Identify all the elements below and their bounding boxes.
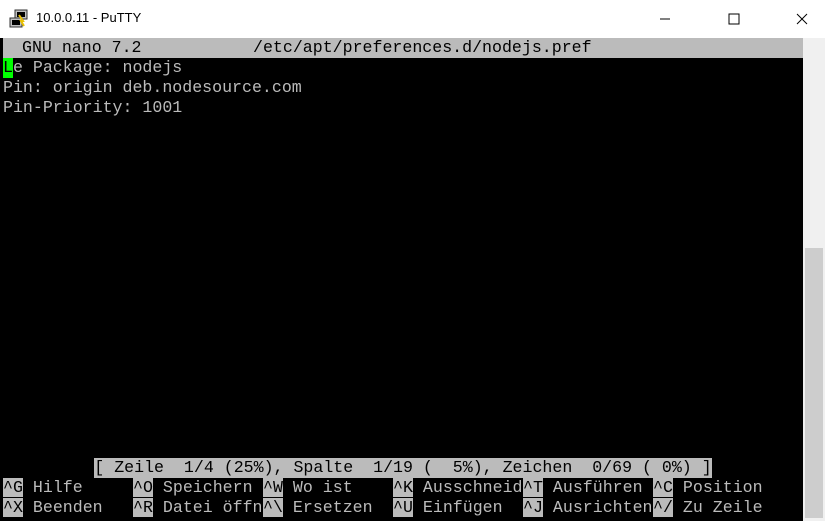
- shortcut-justify[interactable]: ^J Ausrichten: [523, 498, 653, 518]
- window-titlebar[interactable]: 10.0.0.11 - PuTTY: [0, 0, 825, 38]
- shortcut-label: Hilfe: [32, 478, 83, 497]
- shortcut-paste[interactable]: ^U Einfügen: [393, 498, 503, 518]
- shortcut-key: ^R: [133, 498, 153, 517]
- shortcut-label: Position: [682, 478, 763, 497]
- minimize-icon: [660, 18, 670, 20]
- minimize-button[interactable]: [642, 0, 688, 38]
- nano-filename: /etc/apt/preferences.d/nodejs.pref: [253, 38, 592, 57]
- nano-version: GNU nano 7.2: [22, 38, 142, 57]
- shortcut-key: ^K: [393, 478, 413, 497]
- close-button[interactable]: [779, 0, 825, 38]
- shortcut-label: Wo ist: [292, 478, 353, 497]
- shortcut-label: Ersetzen: [292, 498, 373, 517]
- shortcut-save[interactable]: ^O Speichern: [133, 478, 253, 498]
- shortcut-key: ^X: [3, 498, 23, 517]
- editor-line-1-text: e Package: nodejs: [12, 58, 183, 77]
- shortcut-label: Speichern: [162, 478, 253, 497]
- shortcut-cut[interactable]: ^K Ausschneid: [393, 478, 523, 498]
- shortcut-label: Ausrichten: [552, 498, 653, 517]
- shortcut-go-to-line[interactable]: ^/ Zu Zeile: [653, 498, 763, 518]
- shortcut-replace[interactable]: ^\ Ersetzen: [263, 498, 373, 518]
- shortcut-key: ^/: [653, 498, 673, 517]
- shortcut-label: Beenden: [32, 498, 103, 517]
- shortcut-key: ^J: [523, 498, 543, 517]
- maximize-button[interactable]: [711, 0, 757, 38]
- shortcut-key: ^W: [263, 478, 283, 497]
- terminal-screen[interactable]: GNU nano 7.2 /etc/apt/preferences.d/node…: [0, 38, 803, 521]
- shortcut-help[interactable]: ^G Hilfe: [3, 478, 83, 498]
- vertical-scrollbar[interactable]: [803, 38, 825, 521]
- close-icon: [796, 13, 808, 25]
- text-cursor: L: [3, 58, 13, 78]
- shortcut-key: ^O: [133, 478, 153, 497]
- shortcut-key: ^G: [3, 478, 23, 497]
- shortcut-label: Datei öffn: [162, 498, 263, 517]
- shortcut-label: Zu Zeile: [682, 498, 763, 517]
- window-title: 10.0.0.11 - PuTTY: [36, 10, 142, 25]
- maximize-icon: [728, 13, 740, 25]
- shortcut-label: Ausführen: [552, 478, 643, 497]
- editor-line-1[interactable]: Le Package: nodejs: [3, 58, 182, 78]
- shortcut-key: ^C: [653, 478, 673, 497]
- nano-header-bar: GNU nano 7.2 /etc/apt/preferences.d/node…: [3, 38, 803, 58]
- shortcut-position[interactable]: ^C Position: [653, 478, 763, 498]
- shortcut-key: ^T: [523, 478, 543, 497]
- putty-app-icon: [9, 9, 28, 28]
- shortcut-exit[interactable]: ^X Beenden: [3, 498, 103, 518]
- editor-line-3[interactable]: Pin-Priority: 1001: [3, 98, 182, 118]
- shortcut-where-is[interactable]: ^W Wo ist: [263, 478, 353, 498]
- shortcut-label: Ausschneid: [422, 478, 523, 497]
- shortcut-label: Einfügen: [422, 498, 503, 517]
- shortcut-execute[interactable]: ^T Ausführen: [523, 478, 643, 498]
- editor-line-2[interactable]: Pin: origin deb.nodesource.com: [3, 78, 302, 98]
- status-line: [ Zeile 1/4 (25%), Spalte 1/19 ( 5%), Ze…: [0, 458, 803, 478]
- scrollbar-thumb[interactable]: [805, 248, 823, 518]
- shortcut-key: ^U: [393, 498, 413, 517]
- shortcut-key: ^\: [263, 498, 283, 517]
- shortcut-read-file[interactable]: ^R Datei öffn: [133, 498, 263, 518]
- status-message: [ Zeile 1/4 (25%), Spalte 1/19 ( 5%), Ze…: [94, 458, 712, 478]
